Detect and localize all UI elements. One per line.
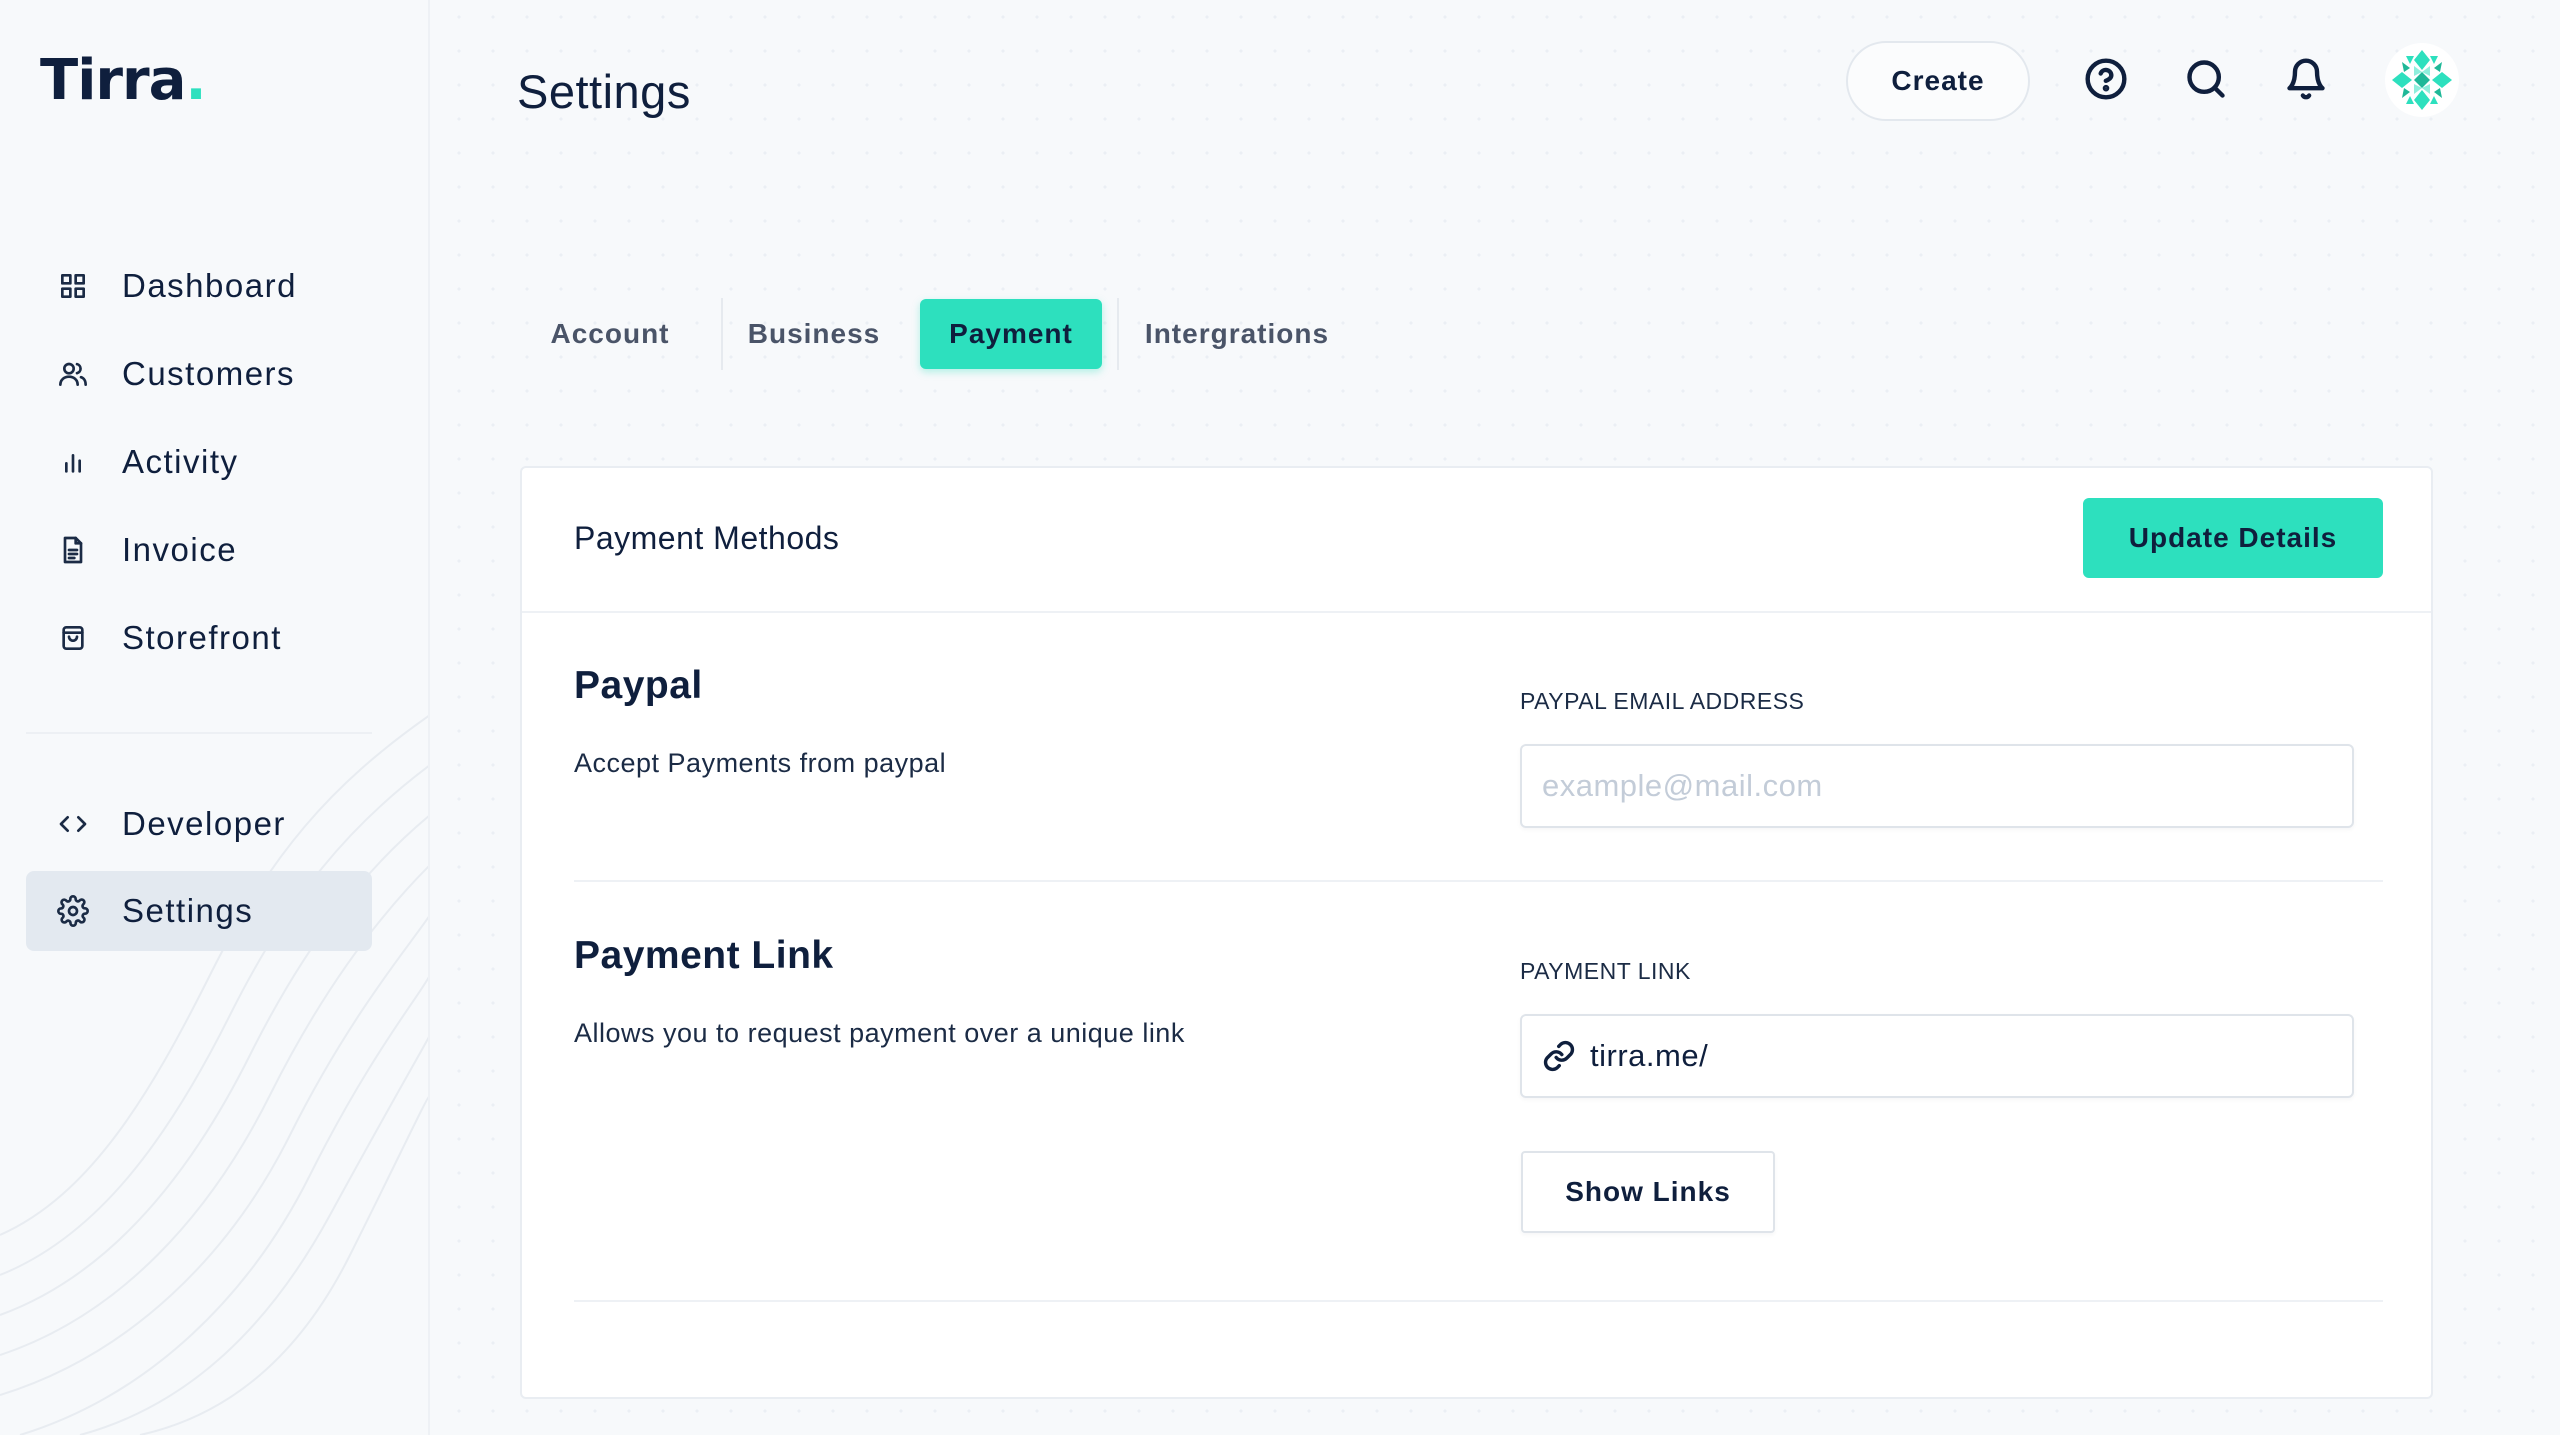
sidebar-item-label: Customers <box>122 355 296 392</box>
page-title: Settings <box>517 65 691 118</box>
card-header-divider <box>522 611 2431 613</box>
avatar[interactable] <box>2384 42 2460 118</box>
sidebar-item-activity[interactable]: Activity <box>26 422 372 502</box>
grid-icon <box>56 269 90 303</box>
update-details-button[interactable]: Update Details <box>2083 498 2383 578</box>
sidebar-item-label: Activity <box>122 443 239 480</box>
payment-methods-card: Payment Methods Update Details Paypal Ac… <box>520 466 2433 1399</box>
logo-text: Tirra <box>40 48 186 113</box>
code-icon <box>56 807 90 841</box>
paypal-email-label: PAYPAL EMAIL ADDRESS <box>1520 688 1805 714</box>
sidebar-item-developer[interactable]: Developer <box>26 784 372 864</box>
sidebar-item-label: Storefront <box>122 619 282 656</box>
tab-account[interactable]: Account <box>536 299 684 369</box>
shopping-bag-icon <box>56 621 90 655</box>
users-icon <box>56 357 90 391</box>
tab-integrations[interactable]: Intergrations <box>1140 299 1334 369</box>
payment-link-input[interactable]: tirra.me/ <box>1520 1014 2354 1098</box>
sidebar-item-storefront[interactable]: Storefront <box>26 598 372 678</box>
tab-separator <box>1117 298 1119 370</box>
document-icon <box>56 533 90 567</box>
section-divider <box>574 1300 2383 1302</box>
payment-link-value: tirra.me/ <box>1590 1038 1709 1073</box>
sidebar-item-label: Invoice <box>122 531 238 568</box>
help-icon[interactable] <box>2083 56 2129 102</box>
gear-icon <box>56 894 90 928</box>
bell-icon[interactable] <box>2283 56 2329 102</box>
sidebar: Tirra. Dashboard Customers Activity Invo… <box>0 0 430 1435</box>
tab-separator <box>721 298 723 370</box>
section-divider <box>574 880 2383 882</box>
paypal-section-description: Accept Payments from paypal <box>574 748 947 778</box>
payment-link-label: PAYMENT LINK <box>1520 958 1691 984</box>
card-title: Payment Methods <box>574 520 840 556</box>
bar-chart-icon <box>56 445 90 479</box>
sidebar-divider <box>26 732 372 734</box>
search-icon[interactable] <box>2183 56 2229 102</box>
logo-dot: . <box>185 48 206 113</box>
tab-payment[interactable]: Payment <box>920 299 1102 369</box>
payment-link-section-title: Payment Link <box>574 934 834 977</box>
sidebar-item-customers[interactable]: Customers <box>26 334 372 414</box>
create-button[interactable]: Create <box>1846 41 2030 121</box>
payment-link-section-description: Allows you to request payment over a uni… <box>574 1018 1185 1048</box>
sidebar-item-label: Settings <box>122 892 254 929</box>
sidebar-item-settings[interactable]: Settings <box>26 871 372 951</box>
link-icon <box>1542 1039 1576 1073</box>
sidebar-item-dashboard[interactable]: Dashboard <box>26 246 372 326</box>
tab-business[interactable]: Business <box>744 299 884 369</box>
sidebar-item-invoice[interactable]: Invoice <box>26 510 372 590</box>
app-logo[interactable]: Tirra. <box>40 48 207 113</box>
paypal-section-title: Paypal <box>574 664 703 707</box>
sidebar-item-label: Dashboard <box>122 267 297 304</box>
show-links-button[interactable]: Show Links <box>1521 1151 1775 1233</box>
sidebar-item-label: Developer <box>122 805 286 842</box>
paypal-email-input[interactable]: example@mail.com <box>1520 744 2354 828</box>
